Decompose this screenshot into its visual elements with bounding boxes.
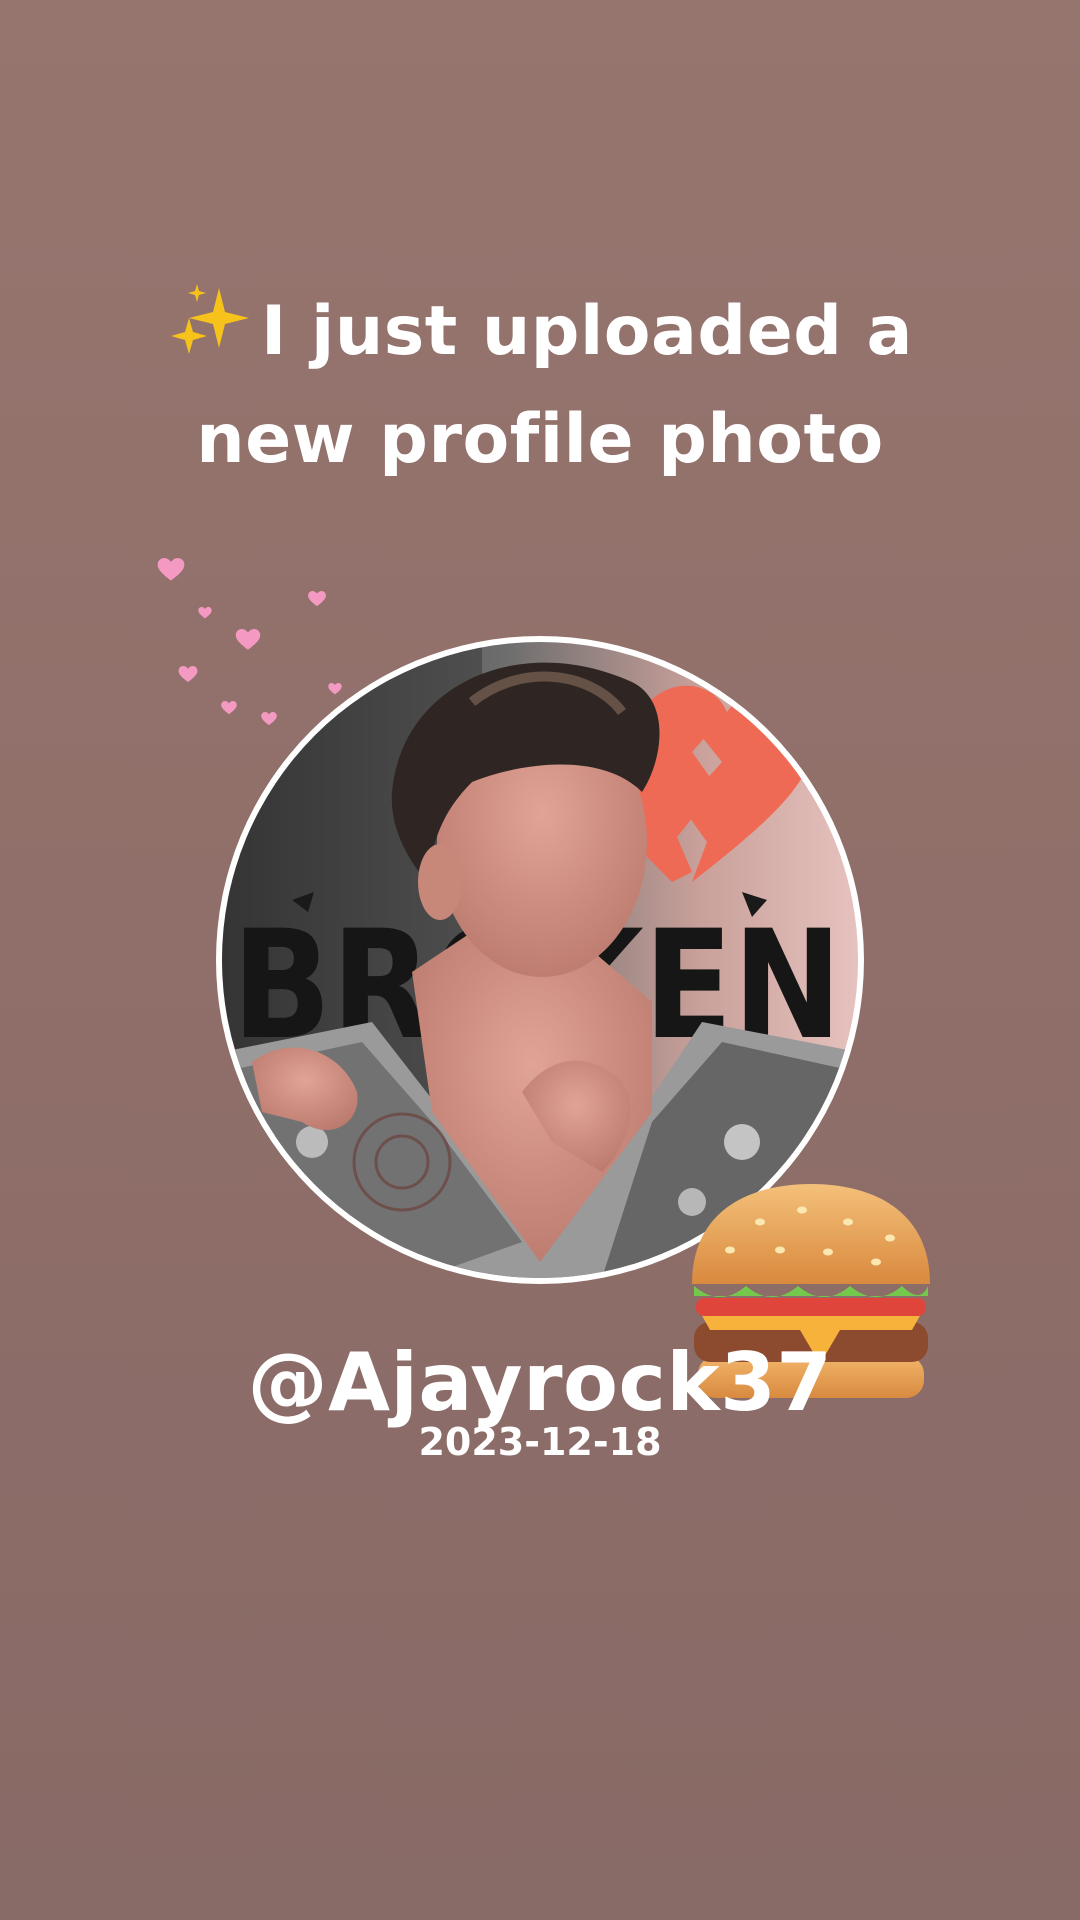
heart-icon [178, 666, 198, 683]
post-date: 2023-12-18 [418, 1420, 662, 1464]
title-line-2: new profile photo [196, 400, 884, 479]
heart-icon [261, 712, 277, 726]
heart-icon [221, 701, 237, 715]
sparkles-icon [171, 284, 250, 354]
heart-icon [308, 591, 326, 607]
username[interactable]: @Ajayrock37 [0, 1335, 1080, 1431]
heart-icon [157, 558, 185, 581]
story-title: I just uploaded a new profile photo [90, 278, 990, 494]
title-line-1: I just uploaded a [90, 278, 990, 386]
heart-icon [235, 629, 261, 650]
heart-icon [328, 683, 342, 695]
title-text-1: I just uploaded a [261, 292, 913, 371]
heart-icon [198, 607, 212, 619]
story-screen: I just uploaded a new profile photo @Aja… [0, 0, 1080, 1920]
